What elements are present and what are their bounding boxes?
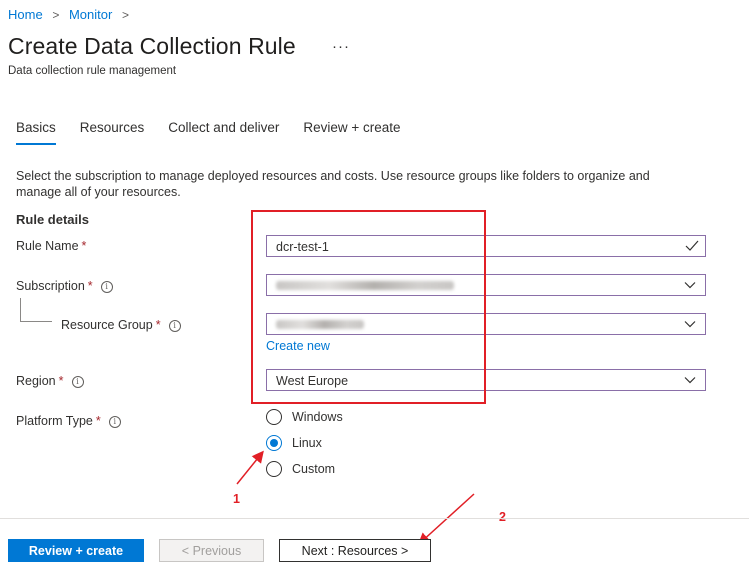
annotation-highlight-box <box>251 210 486 404</box>
next-resources-button[interactable]: Next : Resources > <box>279 539 431 562</box>
form-description: Select the subscription to manage deploy… <box>16 169 650 199</box>
tree-connector <box>20 321 52 322</box>
tab-bar: Basics Resources Collect and deliver Rev… <box>16 120 425 145</box>
region-label: Region * i <box>16 374 84 388</box>
platform-type-label: Platform Type * i <box>16 414 121 428</box>
rule-details-heading: Rule details <box>16 212 89 227</box>
subscription-label: Subscription * i <box>16 279 113 293</box>
required-marker: * <box>87 279 93 293</box>
radio-button[interactable] <box>266 409 282 425</box>
review-create-button[interactable]: Review + create <box>8 539 144 562</box>
radio-custom[interactable]: Custom <box>266 461 335 477</box>
annotation-number-2: 2 <box>499 510 506 524</box>
chevron-down-icon <box>684 282 696 289</box>
breadcrumb-monitor-link[interactable]: Monitor <box>69 7 112 22</box>
footer-divider <box>0 518 749 519</box>
annotation-arrow-1 <box>236 450 264 485</box>
tree-connector <box>20 298 21 322</box>
rule-name-label: Rule Name * <box>16 239 87 253</box>
info-icon[interactable]: i <box>108 416 121 428</box>
radio-windows[interactable]: Windows <box>266 409 343 425</box>
resource-group-label: Resource Group * i <box>61 318 181 332</box>
required-marker: * <box>58 374 64 388</box>
info-icon[interactable]: i <box>100 281 113 293</box>
tab-basics[interactable]: Basics <box>16 120 56 145</box>
breadcrumb: Home > Monitor > <box>8 7 135 22</box>
chevron-right-icon: > <box>52 8 60 22</box>
radio-button[interactable] <box>266 461 282 477</box>
tab-review-create[interactable]: Review + create <box>303 120 400 145</box>
page-title: Create Data Collection Rule <box>8 33 296 59</box>
required-marker: * <box>155 318 161 332</box>
info-icon[interactable]: i <box>168 320 181 332</box>
page-subtitle: Data collection rule management <box>8 65 177 77</box>
required-marker: * <box>95 414 101 428</box>
chevron-down-icon <box>684 377 696 384</box>
tab-collect-and-deliver[interactable]: Collect and deliver <box>168 120 279 145</box>
breadcrumb-home-link[interactable]: Home <box>8 7 43 22</box>
previous-button[interactable]: < Previous <box>159 539 264 562</box>
more-options-icon[interactable]: ··· <box>332 38 350 55</box>
checkmark-icon <box>685 240 699 251</box>
radio-linux[interactable]: Linux <box>266 435 322 451</box>
chevron-down-icon <box>684 321 696 328</box>
info-icon[interactable]: i <box>71 376 84 388</box>
annotation-number-1: 1 <box>233 492 240 506</box>
chevron-right-icon: > <box>121 8 129 22</box>
radio-button-selected[interactable] <box>266 435 282 451</box>
required-marker: * <box>81 239 87 253</box>
tab-resources[interactable]: Resources <box>80 120 145 145</box>
